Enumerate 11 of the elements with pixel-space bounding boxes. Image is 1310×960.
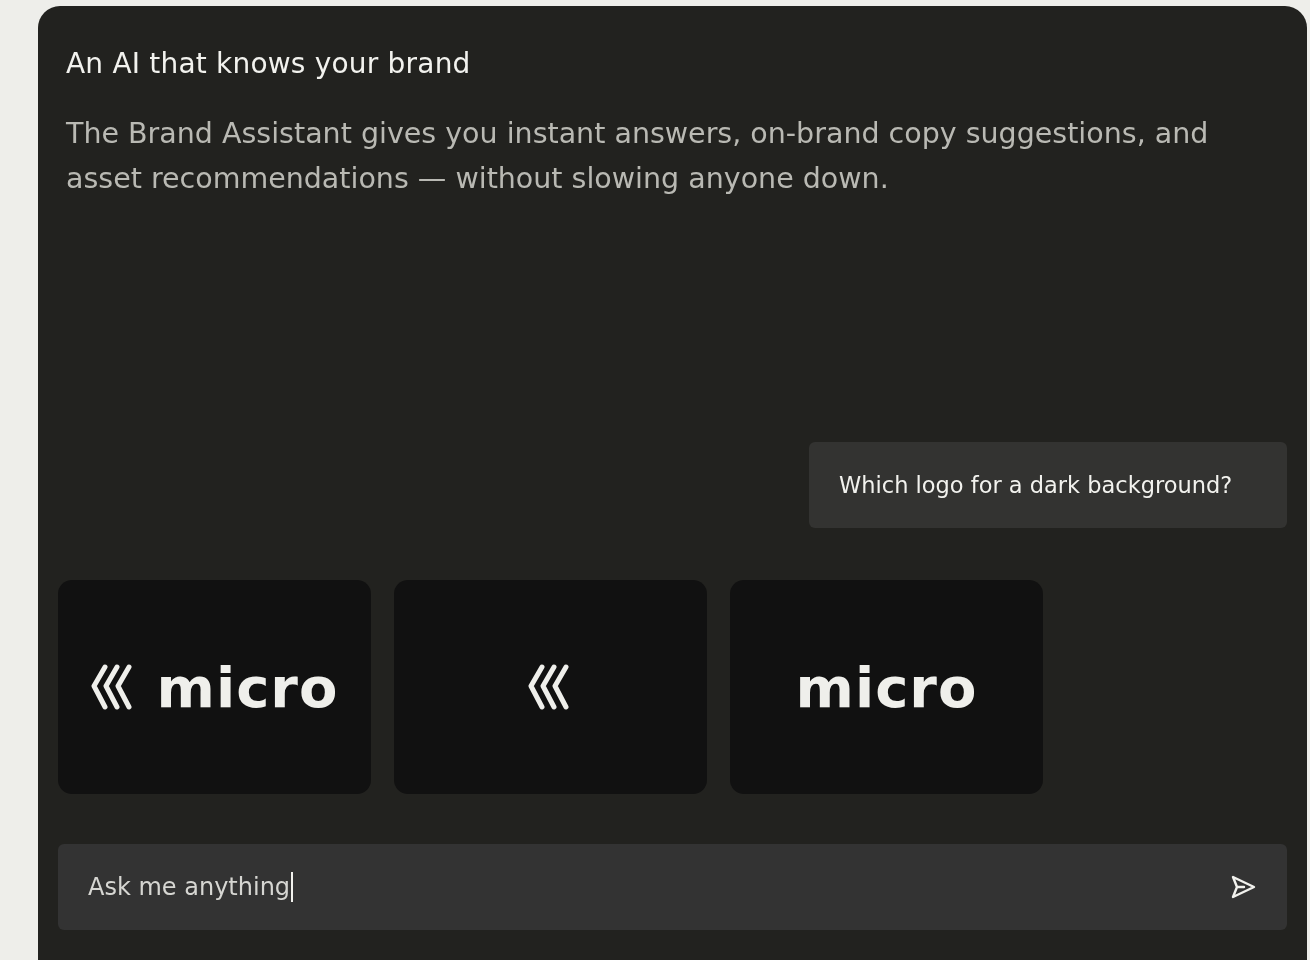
logo-wordmark: micro: [795, 654, 978, 720]
logo-card[interactable]: micro: [58, 580, 371, 794]
logo-wordmark: micro: [156, 654, 339, 720]
send-button[interactable]: [1229, 873, 1257, 901]
logo-card[interactable]: micro: [730, 580, 1043, 794]
input-value: Ask me anything: [88, 873, 291, 901]
text-cursor: [291, 872, 294, 902]
input-field[interactable]: Ask me anything: [58, 844, 1287, 930]
chat-message: Which logo for a dark background?: [809, 442, 1287, 528]
card-description: The Brand Assistant gives you instant answers, on-brand copy suggestions, and asset recommendations — without slowing anyone down.: [65, 116, 1210, 197]
card-title: An AI that knows your brand: [65, 46, 472, 82]
